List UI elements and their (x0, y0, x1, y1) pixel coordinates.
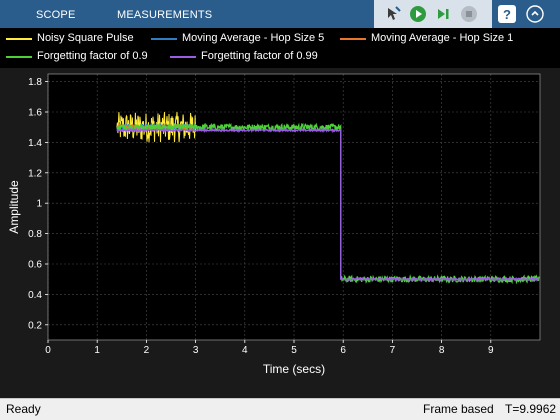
y-axis-label: Amplitude (7, 180, 21, 234)
x-tick-label: 7 (390, 345, 396, 356)
chart-legend: Noisy Square Pulse Moving Average - Hop … (0, 28, 560, 68)
run-icon[interactable] (409, 5, 427, 23)
help-icon[interactable]: ? (498, 5, 516, 23)
legend-label: Forgetting factor of 0.9 (37, 50, 148, 62)
x-tick-label: 1 (94, 345, 100, 356)
status-bar: Ready Frame based T=9.9962 (0, 398, 560, 420)
x-tick-label: 3 (193, 345, 199, 356)
x-tick-label: 2 (144, 345, 150, 356)
time-scope-plot[interactable]: 0 1 2 3 4 5 6 7 8 9 0.2 0.4 0.6 0.8 1 1.2 1.4 1.6 1.8 Time … (0, 68, 560, 398)
legend-swatch (151, 38, 177, 40)
legend-label: Moving Average - Hop Size 1 (371, 32, 514, 44)
plot-area: 0 1 2 3 4 5 6 7 8 9 0.2 0.4 0.6 0.8 1 1.2 1.4 1.6 1.8 Time … (0, 68, 560, 398)
status-ready: Ready (6, 402, 41, 416)
x-tick-label: 4 (242, 345, 248, 356)
x-tick-label: 9 (488, 345, 494, 356)
svg-text:?: ? (503, 7, 511, 22)
legend-label: Noisy Square Pulse (37, 32, 134, 44)
legend-swatch (6, 38, 32, 40)
undock-icon[interactable] (526, 5, 544, 23)
y-tick-label: 0.6 (28, 260, 42, 271)
x-axis-label: Time (secs) (263, 362, 325, 376)
scope-toolbar: SCOPE MEASUREMENTS ? (0, 0, 560, 28)
legend-swatch (340, 38, 366, 40)
tab-measurements[interactable]: MEASUREMENTS (117, 0, 212, 28)
stop-icon[interactable] (460, 5, 478, 23)
y-tick-label: 1.4 (28, 138, 42, 149)
status-processing-mode: Frame based (423, 402, 494, 416)
zoom-tool-icon[interactable] (384, 5, 402, 23)
legend-swatch (170, 56, 196, 58)
x-tick-label: 5 (291, 345, 297, 356)
y-tick-label: 0.4 (28, 290, 42, 301)
simulation-controls (374, 0, 492, 28)
x-tick-label: 0 (45, 345, 51, 356)
status-sim-time: T=9.9962 (505, 402, 557, 416)
x-tick-label: 6 (340, 345, 346, 356)
step-forward-icon[interactable] (434, 5, 452, 23)
y-tick-label: 1.6 (28, 108, 42, 119)
tab-scope[interactable]: SCOPE (36, 0, 76, 28)
y-tick-label: 0.8 (28, 229, 42, 240)
y-tick-label: 1.8 (28, 77, 42, 88)
legend-label: Moving Average - Hop Size 5 (182, 32, 325, 44)
legend-label: Forgetting factor of 0.99 (201, 50, 318, 62)
x-tick-label: 8 (439, 345, 445, 356)
y-tick-label: 1.2 (28, 168, 42, 179)
y-tick-label: 0.2 (28, 320, 42, 331)
y-tick-label: 1 (36, 199, 42, 210)
legend-swatch (6, 56, 32, 58)
